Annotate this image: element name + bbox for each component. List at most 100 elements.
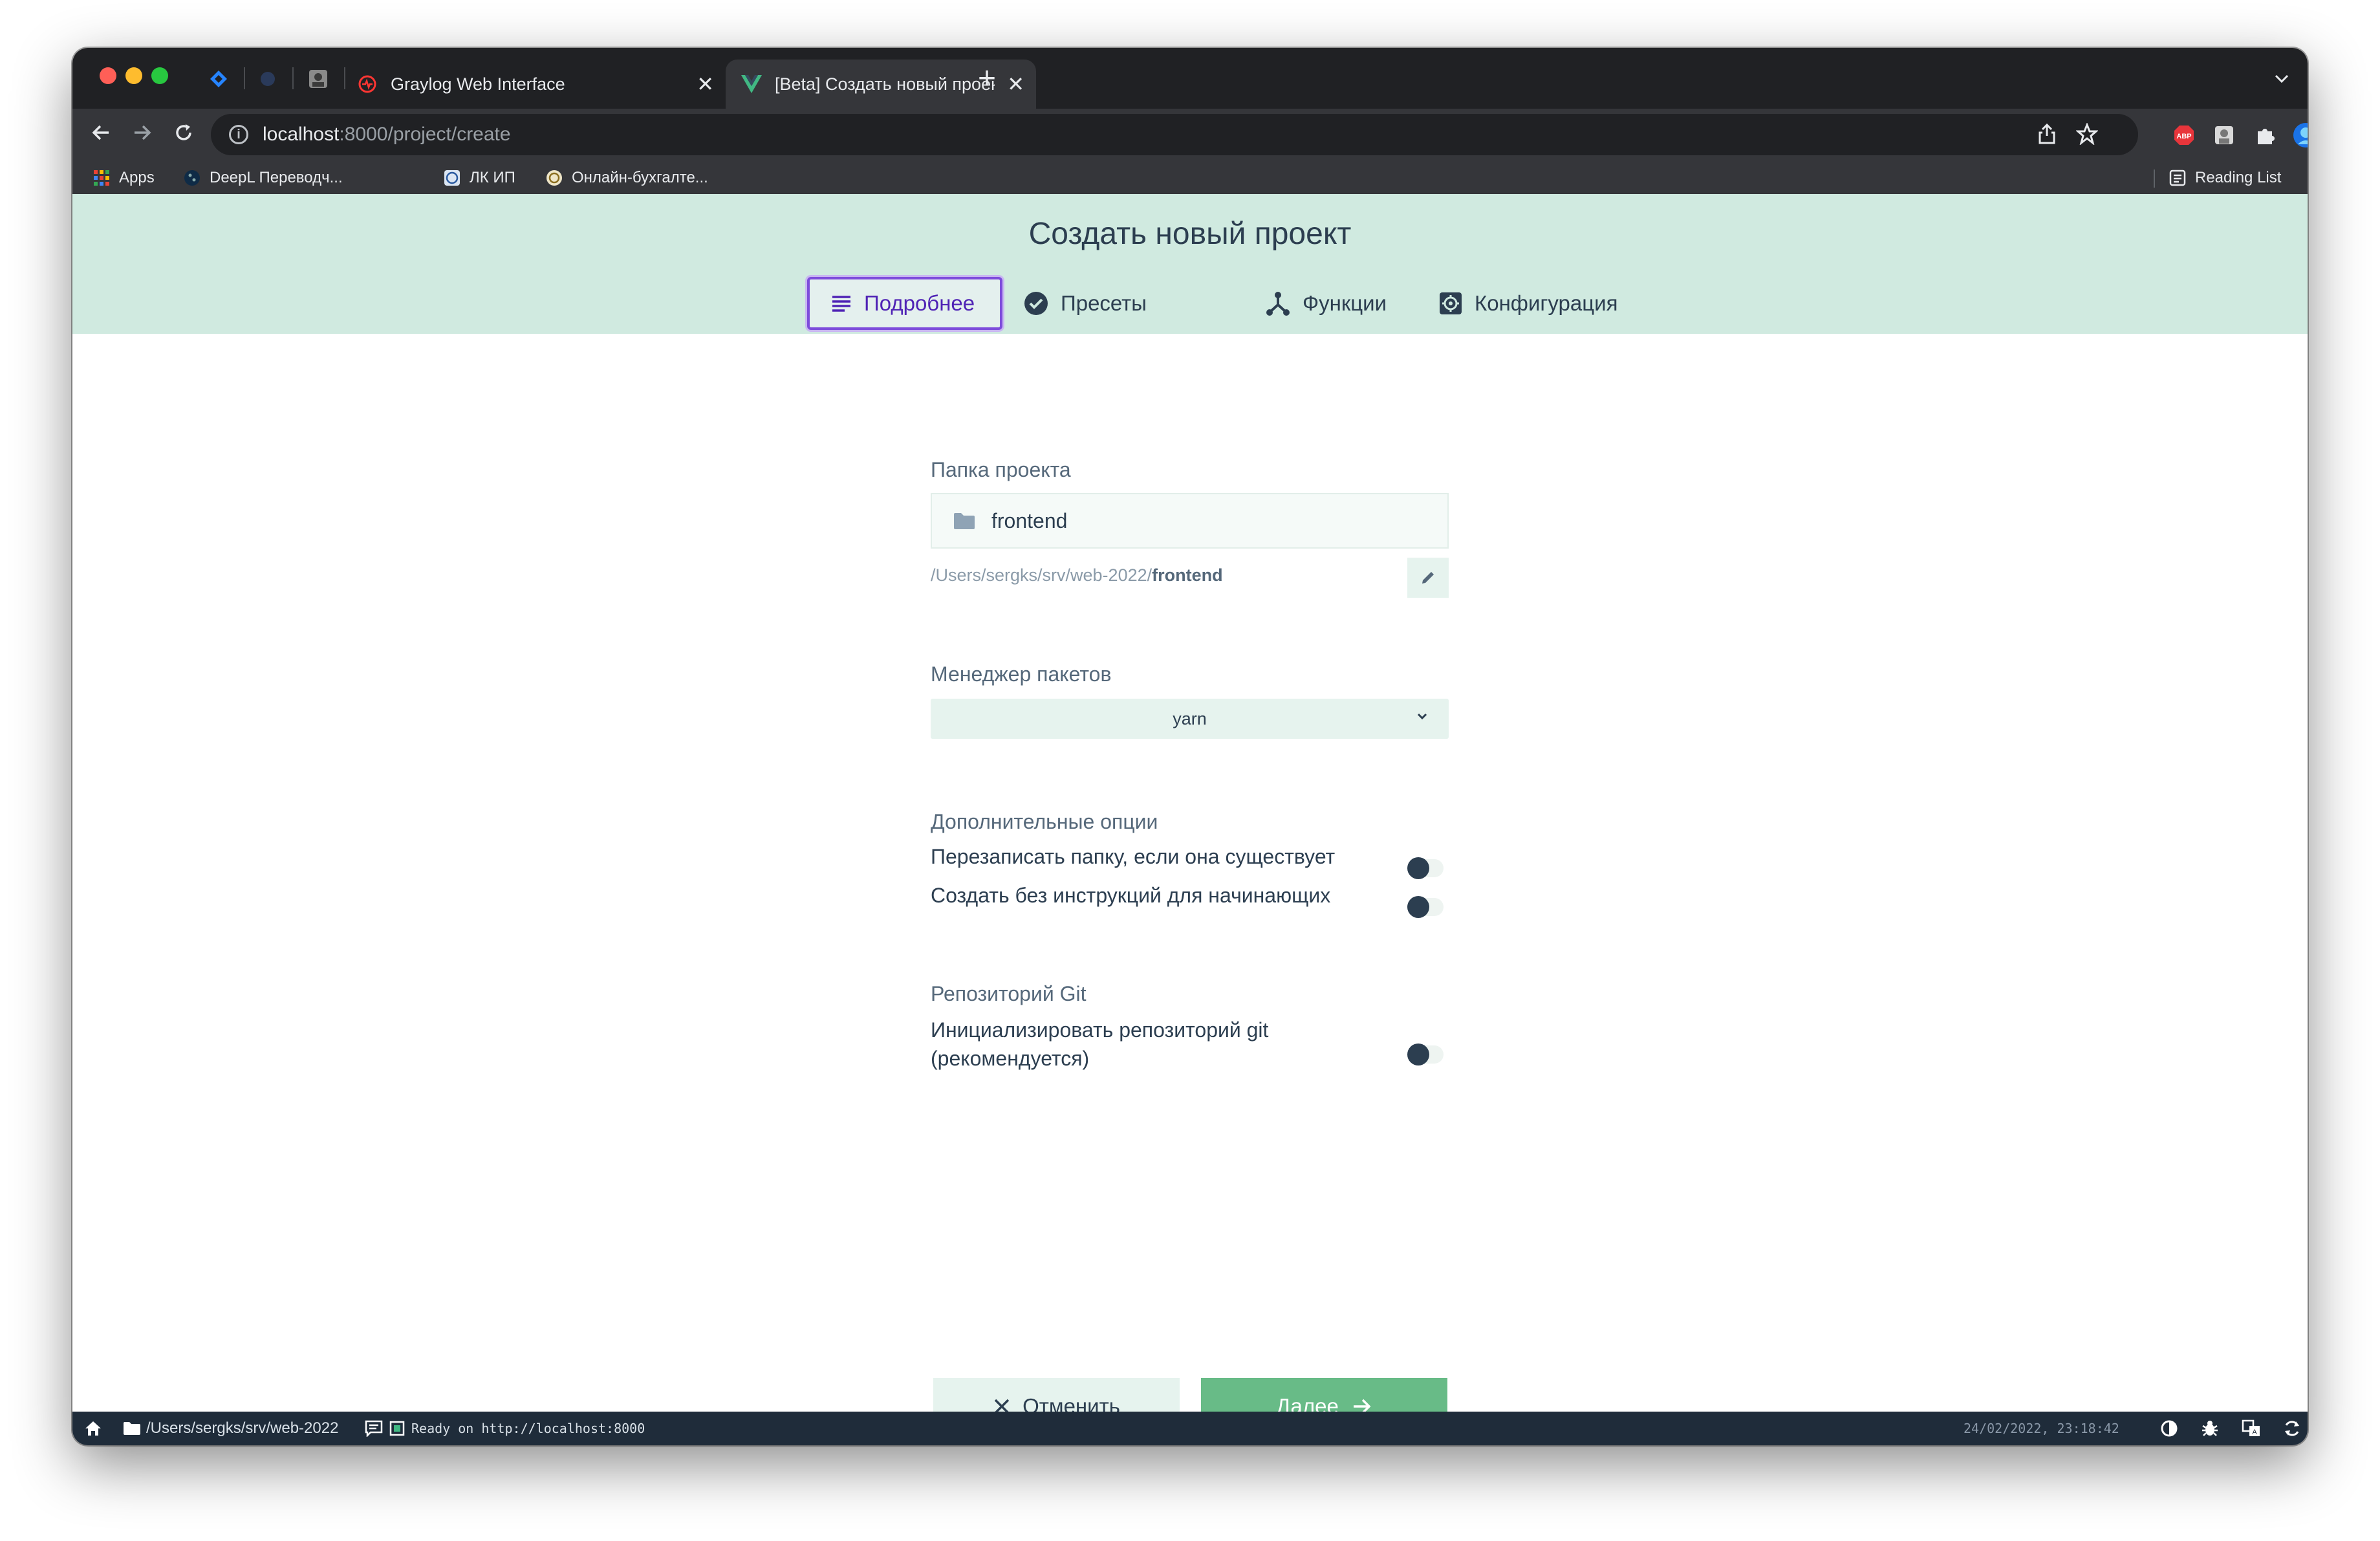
pinned-tab-3[interactable] bbox=[305, 67, 331, 91]
bookmark-label: Онлайн-бухгалте... bbox=[572, 169, 708, 186]
check-circle-icon bbox=[1023, 290, 1049, 316]
folder-icon bbox=[953, 512, 976, 530]
toggle-knob bbox=[1407, 1044, 1429, 1066]
reload-button[interactable] bbox=[169, 120, 198, 149]
tab-graylog[interactable]: Graylog Web Interface ✕ bbox=[357, 60, 726, 109]
project-path: /Users/sergks/srv/web-2022/frontend bbox=[931, 565, 1223, 585]
package-manager-select[interactable]: yarn bbox=[931, 699, 1449, 739]
bookmark-label: ЛК ИП bbox=[470, 169, 515, 186]
pinned-tab-jira[interactable] bbox=[206, 67, 232, 91]
refresh-icon bbox=[2285, 1421, 2299, 1436]
tab-details[interactable]: Подробнее bbox=[807, 277, 1002, 330]
apps-grid-icon bbox=[92, 168, 111, 188]
bookmark-label: DeepL Переводч... bbox=[210, 169, 343, 186]
extensions-puzzle-icon[interactable] bbox=[2252, 122, 2279, 149]
tab-configuration[interactable]: Конфигурация bbox=[1438, 277, 1617, 330]
bookmark-deepl[interactable]: DeepL Переводч... bbox=[182, 167, 343, 189]
vue-icon bbox=[741, 74, 762, 94]
deepl-icon bbox=[182, 168, 202, 188]
project-folder-input[interactable]: frontend bbox=[931, 493, 1449, 549]
reading-list-label: Reading List bbox=[2195, 169, 2282, 186]
close-window-button[interactable] bbox=[100, 67, 116, 84]
close-tab-icon[interactable]: ✕ bbox=[697, 72, 714, 96]
share-icon[interactable] bbox=[2037, 123, 2057, 148]
tab-label: Пресеты bbox=[1061, 291, 1147, 315]
bookmark-label: Apps bbox=[119, 169, 155, 186]
new-tab-button[interactable]: + bbox=[978, 63, 996, 94]
git-init-toggle[interactable] bbox=[1407, 1044, 1444, 1066]
project-path-name: frontend bbox=[1152, 565, 1223, 585]
toggle-knob bbox=[1407, 857, 1429, 879]
list-icon bbox=[830, 294, 852, 313]
forward-button[interactable] bbox=[128, 120, 157, 149]
package-manager-value: yarn bbox=[1173, 708, 1207, 728]
git-init-label-line1: Инициализировать репозиторий git bbox=[931, 1018, 1269, 1042]
page-header: Создать новый проект Подробнее Пресеты Ф… bbox=[72, 194, 2308, 334]
project-folder-label: Папка проекта bbox=[931, 458, 1071, 481]
arrow-left-icon bbox=[92, 125, 109, 140]
log-panel-button[interactable]: Ready on http://localhost:8000 bbox=[365, 1412, 645, 1445]
url-path: :8000/project/create bbox=[339, 124, 511, 145]
translate-icon: A bbox=[2242, 1419, 2260, 1436]
profile-avatar[interactable] bbox=[2292, 122, 2308, 149]
overwrite-folder-toggle[interactable] bbox=[1407, 857, 1444, 879]
tab-presets[interactable]: Пресеты bbox=[1023, 277, 1147, 330]
log-status-icon bbox=[389, 1421, 405, 1436]
arrow-right-icon bbox=[135, 125, 151, 140]
svg-text:ABP: ABP bbox=[2176, 133, 2191, 140]
tab-search-chevron-icon[interactable] bbox=[2274, 67, 2289, 89]
branch-icon bbox=[1265, 290, 1291, 316]
home-button[interactable] bbox=[84, 1412, 102, 1445]
bookmark-apps[interactable]: Apps bbox=[92, 167, 155, 189]
dark-mode-toggle[interactable] bbox=[2160, 1412, 2178, 1445]
tab-label: Подробнее bbox=[864, 291, 975, 315]
tab-title: [Beta] Создать новый проект bbox=[775, 74, 995, 94]
no-beginner-instructions-label: Создать без инструкций для начинающих bbox=[931, 884, 1331, 907]
pencil-icon bbox=[1422, 572, 1434, 584]
tab-title: Graylog Web Interface bbox=[391, 74, 565, 94]
site-info-icon[interactable]: i bbox=[229, 125, 248, 144]
toggle-knob bbox=[1407, 896, 1429, 918]
tab-features[interactable]: Функции bbox=[1265, 277, 1387, 330]
last-log-message: Ready on http://localhost:8000 bbox=[411, 1421, 645, 1436]
bookmark-lk-ip[interactable]: ЛК ИП bbox=[442, 167, 515, 189]
pinned-tab-2[interactable] bbox=[255, 67, 281, 91]
avatar-icon bbox=[309, 70, 327, 88]
gear-icon bbox=[1438, 291, 1463, 316]
refresh-button[interactable] bbox=[2283, 1412, 2301, 1445]
message-icon bbox=[365, 1420, 383, 1437]
close-tab-icon[interactable]: ✕ bbox=[1007, 72, 1024, 96]
git-repo-label: Репозиторий Git bbox=[931, 982, 1087, 1005]
contrast-icon bbox=[2161, 1420, 2178, 1437]
current-folder[interactable]: /Users/sergks/srv/web-2022 bbox=[123, 1412, 338, 1445]
bookmark-online-accounting[interactable]: Онлайн-бухгалте... bbox=[545, 167, 708, 189]
page-title: Создать новый проект bbox=[1028, 217, 1352, 251]
report-bug-button[interactable] bbox=[2202, 1412, 2218, 1445]
zoom-window-button[interactable] bbox=[151, 67, 168, 84]
extension-contact-icon[interactable] bbox=[2211, 122, 2238, 149]
folder-icon bbox=[123, 1421, 141, 1436]
bookmark-star-icon[interactable] bbox=[2075, 122, 2099, 148]
additional-options-label: Дополнительные опции bbox=[931, 810, 1158, 833]
package-manager-label: Менеджер пакетов bbox=[931, 662, 1112, 686]
edit-path-button[interactable] bbox=[1407, 558, 1449, 598]
reading-list-button[interactable]: Reading List bbox=[2168, 167, 2281, 189]
browser-window: Graylog Web Interface ✕ [Beta] Создать н… bbox=[72, 48, 2308, 1445]
app-icon bbox=[261, 72, 275, 86]
current-folder-path: /Users/sergks/srv/web-2022 bbox=[146, 1419, 339, 1437]
page-content: Создать новый проект Подробнее Пресеты Ф… bbox=[72, 194, 2308, 1435]
status-bar: /Users/sergks/srv/web-2022 Ready on http… bbox=[72, 1412, 2308, 1445]
no-beginner-instructions-toggle[interactable] bbox=[1407, 896, 1444, 918]
tab-label: Функции bbox=[1303, 291, 1387, 315]
datetime: 24/02/2022, 23:18:42 bbox=[1964, 1421, 2119, 1436]
bookmarks-bar: Apps DeepL Переводч... ЛК ИП Онлайн-бухг… bbox=[72, 162, 2308, 195]
git-init-label-line2: (рекомендуется) bbox=[931, 1047, 1090, 1070]
back-button[interactable] bbox=[87, 120, 115, 149]
translate-button[interactable]: A bbox=[2242, 1412, 2261, 1445]
jira-icon bbox=[210, 71, 227, 87]
svg-text:A: A bbox=[2252, 1428, 2257, 1436]
minimize-window-button[interactable] bbox=[125, 67, 142, 84]
adblock-icon[interactable]: ABP bbox=[2170, 122, 2198, 149]
clock: 24/02/2022, 23:18:42 bbox=[1964, 1412, 2119, 1445]
address-bar[interactable]: i localhost:8000/project/create bbox=[211, 114, 2138, 155]
